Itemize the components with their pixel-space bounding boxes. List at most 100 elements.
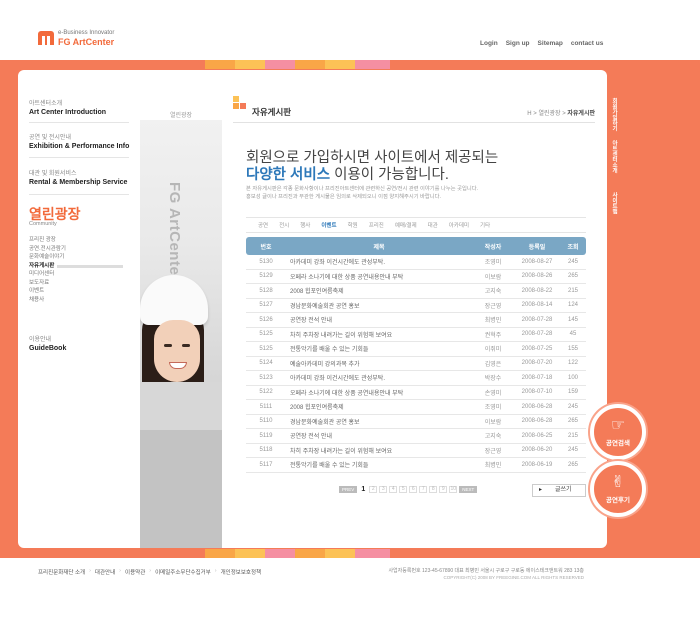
- footer-link[interactable]: 이메일주소무단수집거부: [155, 568, 211, 576]
- table-row[interactable]: 5125 전통악기를 배울 수 있는 기회들 이쥐미 2008-07-25 155: [246, 342, 586, 357]
- divider: [29, 122, 129, 123]
- row-subject-link[interactable]: 차히 주차장 내려가는 길이 위험해 보여요: [286, 330, 472, 339]
- row-views: 215: [567, 287, 578, 294]
- page-number[interactable]: 9: [439, 486, 448, 493]
- row-subject-link[interactable]: 아카데미 강좌 이건시간에도 관성부탁.: [286, 373, 472, 382]
- row-subject-link[interactable]: 오페라 소나기에 대한 상품 공연내용안내 부탁: [286, 388, 472, 397]
- performance-search-button[interactable]: ☞ 공연검색: [590, 404, 646, 460]
- column-header-number: 번호: [260, 244, 272, 251]
- signup-link[interactable]: Sign up: [506, 40, 530, 47]
- table-row[interactable]: 5118 차히 주차장 내려가는 길이 위험해 보여요 장근영 2008-06-20 2…: [246, 444, 586, 458]
- page-number[interactable]: 2: [369, 486, 378, 493]
- guide-kr: 이용안내: [29, 337, 52, 343]
- row-subject-link[interactable]: 차히 주차장 내려가는 길이 위험해 보여요: [286, 446, 472, 455]
- table-row[interactable]: 5126 공연장 전석 안내 최병민 2008-07-28 145: [246, 313, 586, 328]
- footer-sep: ›: [89, 568, 91, 574]
- row-subject-link[interactable]: 2008 힙포인여름축제: [286, 286, 472, 295]
- headline-line-2: 다양한 서비스 이용이 가능합니다.: [246, 163, 449, 184]
- row-subject-link[interactable]: 오페라 소나기에 대한 상품 공연내용안내 부탁: [286, 272, 472, 281]
- column-header-author: 작성자: [484, 244, 502, 251]
- subnav-item[interactable]: 보도자료: [29, 279, 66, 288]
- category-tab-active[interactable]: 이벤트: [321, 221, 336, 229]
- divider: [29, 157, 129, 158]
- category-tab[interactable]: 기타: [480, 221, 490, 229]
- row-number: 5126: [259, 316, 273, 323]
- page-number[interactable]: 10: [449, 486, 458, 493]
- category-tab[interactable]: 예매/결제: [395, 221, 417, 229]
- row-subject-link[interactable]: 경남문화예술회관 공연 홍보: [286, 301, 472, 310]
- page-number[interactable]: 6: [409, 486, 418, 493]
- category-tab[interactable]: 공연: [258, 221, 268, 229]
- row-subject-link[interactable]: 공연장 전석 안내: [286, 431, 472, 440]
- row-subject-link[interactable]: 경남문화예술회관 공연 홍보: [286, 417, 472, 426]
- breadcrumb-item[interactable]: 열린광장: [538, 111, 560, 117]
- footer-link[interactable]: 이용약관: [125, 568, 145, 576]
- table-row[interactable]: 5127 경남문화예술회관 공연 홍보 장근영 2008-08-14 124: [246, 299, 586, 313]
- subnav-item[interactable]: 프리진 광장: [29, 236, 66, 245]
- nav-group-introduction[interactable]: 아트센터소개 Art Center Introduction: [29, 98, 106, 116]
- guidebook-link[interactable]: 이용안내 GuideBook: [29, 334, 66, 352]
- quick-link-sitemap[interactable]: 사이트맵: [610, 192, 618, 214]
- board-content: 자유게시판 H > 열린광장 > 자유게시판 회원으로 가입하시면 사이트에서 …: [222, 70, 607, 548]
- subnav-item[interactable]: 문화예술이야기: [29, 253, 66, 262]
- category-tab[interactable]: 프리진: [369, 221, 384, 229]
- footer-link[interactable]: 개인정보보호정책: [221, 568, 261, 576]
- table-row[interactable]: 5124 예술아카데미 강의과목 추가 김영은 2008-07-20 122: [246, 357, 586, 371]
- home-icon[interactable]: H: [527, 111, 531, 117]
- category-tab[interactable]: 아카데미: [449, 221, 469, 229]
- row-author: 조영미: [484, 405, 502, 412]
- page-number-current[interactable]: 1: [359, 486, 367, 493]
- row-author: 장근영: [484, 448, 502, 455]
- subnav-item[interactable]: 공연.전시관람기: [29, 245, 66, 254]
- table-row[interactable]: 5130 아카데미 강좌 이건시간에도 관성부탁. 조영미 2008-08-27 245: [246, 255, 586, 270]
- sitemap-link[interactable]: Sitemap: [538, 40, 563, 47]
- row-subject-link[interactable]: 전통악기를 배울 수 있는 기회들: [286, 460, 472, 469]
- table-row[interactable]: 5129 오페라 소나기에 대한 상품 공연내용안내 부탁 이보람 2008-08-2…: [246, 270, 586, 284]
- footer-link[interactable]: 프리진문화재단 소개: [38, 568, 85, 576]
- row-subject-link[interactable]: 예술아카데미 강의과목 추가: [286, 359, 472, 368]
- category-tab[interactable]: 전시: [279, 221, 289, 229]
- prev-page-button[interactable]: PREV: [339, 486, 358, 493]
- quick-link-signup[interactable]: 회원가입하기: [610, 98, 618, 131]
- table-row[interactable]: 5125 차히 주차장 내려가는 길이 위험해 보여요 권혁주 2008-07-28 4…: [246, 328, 586, 342]
- row-views: 124: [567, 302, 578, 309]
- quick-link-about[interactable]: 아트센터소개: [610, 140, 618, 173]
- row-subject-link[interactable]: 공연장 전석 안내: [286, 315, 472, 324]
- row-subject-link[interactable]: 전통악기를 배울 수 있는 기회들: [286, 344, 472, 353]
- row-author: 손영미: [484, 390, 502, 397]
- performance-review-button[interactable]: ✌ 공연후기: [590, 461, 646, 517]
- footer-address: 사업자등록번호 123-45-67890 대표 최병민 서울시 구로구 구로동 …: [388, 568, 584, 574]
- category-tab[interactable]: 학원: [348, 221, 358, 229]
- table-row[interactable]: 5128 2008 힙포인여름축제 고지숙 2008-08-22 215: [246, 284, 586, 299]
- table-row[interactable]: 5122 오페라 소나기에 대한 상품 공연내용안내 부탁 손영미 2008-07-1…: [246, 386, 586, 400]
- table-row[interactable]: 5119 공연장 전석 안내 고지숙 2008-06-25 215: [246, 429, 586, 444]
- nav-group-rental[interactable]: 대관 및 회원서비스 Rental & Membership Service: [29, 168, 127, 186]
- next-page-button[interactable]: NEXT: [459, 486, 478, 493]
- subnav-item[interactable]: 채용사: [29, 296, 66, 305]
- subnav-item[interactable]: 미디어센터: [29, 270, 66, 279]
- page-number[interactable]: 7: [419, 486, 428, 493]
- category-tab[interactable]: 대관: [428, 221, 438, 229]
- write-post-button[interactable]: 글쓰기: [532, 484, 586, 497]
- page-number[interactable]: 3: [379, 486, 388, 493]
- table-row[interactable]: 5110 경남문화예술회관 공연 홍보 이보람 2008-06-28 265: [246, 415, 586, 429]
- row-views: 245: [567, 447, 578, 454]
- subnav-item-active[interactable]: 자유게시판: [29, 262, 123, 271]
- table-row[interactable]: 5117 전통악기를 배울 수 있는 기회들 최병민 2008-06-19 265: [246, 458, 586, 473]
- login-link[interactable]: Login: [480, 40, 498, 47]
- row-subject-link[interactable]: 2008 힙포인여름축제: [286, 402, 472, 411]
- nav-active-subtitle: Community: [29, 221, 57, 227]
- page-number[interactable]: 5: [399, 486, 408, 493]
- table-row[interactable]: 5123 아카데미 강좌 이건시간에도 관성부탁. 박장수 2008-07-18 100: [246, 371, 586, 386]
- row-date: 2008-07-28: [521, 316, 553, 323]
- subnav-item[interactable]: 이벤트: [29, 287, 66, 296]
- table-row[interactable]: 5111 2008 힙포인여름축제 조영미 2008-06-28 245: [246, 400, 586, 415]
- contact-link[interactable]: contact us: [571, 40, 604, 47]
- page-number[interactable]: 4: [389, 486, 398, 493]
- footer-link[interactable]: 대관안내: [95, 568, 115, 576]
- category-tab[interactable]: 행사: [300, 221, 310, 229]
- row-subject-link[interactable]: 아카데미 강좌 이건시간에도 관성부탁.: [286, 257, 472, 266]
- nav-group-exhibition[interactable]: 공연 및 전시안내 Exhibition & Performance Info: [29, 132, 129, 150]
- page-number[interactable]: 8: [429, 486, 438, 493]
- row-views: 245: [567, 403, 578, 410]
